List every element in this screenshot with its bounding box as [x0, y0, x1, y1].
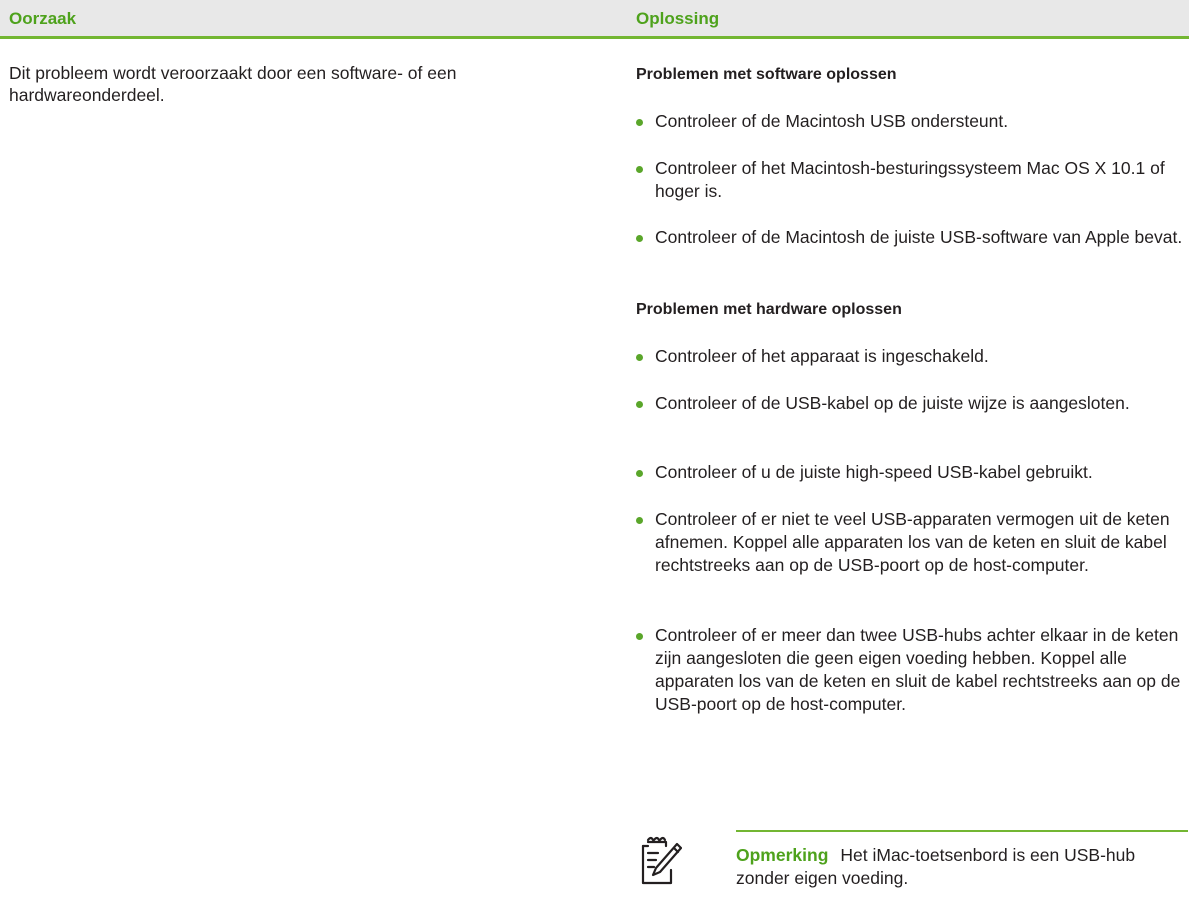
bullet-icon — [636, 354, 643, 361]
note-divider — [736, 830, 1188, 832]
list-item-text: Controleer of u de juiste high-speed USB… — [655, 462, 1093, 482]
list-item-text: Controleer of er meer dan twee USB-hubs … — [655, 625, 1181, 714]
bullet-icon — [636, 401, 643, 408]
note-box: Opmerking Het iMac-toetsenbord is een USB… — [636, 830, 1188, 892]
bullet-icon — [636, 470, 643, 477]
list-item-text: Controleer of het Macintosh-besturingssy… — [655, 158, 1165, 201]
bullet-icon — [636, 517, 643, 524]
table-header: Oorzaak Oplossing — [0, 0, 1189, 39]
note-label: Opmerking — [736, 845, 829, 865]
manual-page: Oorzaak Oplossing Dit probleem wordt ver… — [0, 0, 1189, 899]
bullet-icon — [636, 119, 643, 126]
bullet-icon — [636, 633, 643, 640]
cause-text: Dit probleem wordt veroorzaakt door een … — [9, 63, 457, 105]
bullet-icon — [636, 166, 643, 173]
list-item-text: Controleer of het apparaat is ingeschake… — [655, 346, 989, 366]
note-pencil-icon — [641, 836, 682, 885]
list-item-text: Controleer of er niet te veel USB-appara… — [655, 509, 1170, 575]
list-item-text: Controleer of de Macintosh de juiste USB… — [655, 227, 1183, 247]
solution-column-heading: Oplossing — [636, 9, 720, 28]
list-item-text: Controleer of de Macintosh USB ondersteu… — [655, 111, 1009, 131]
cause-column-heading: Oorzaak — [9, 9, 77, 28]
list-item-text: Controleer of de USB-kabel op de juiste … — [655, 393, 1130, 413]
software-heading: Problemen met software oplossen — [636, 66, 897, 83]
note-content: Opmerking Het iMac-toetsenbord is een USB… — [736, 844, 1188, 890]
hardware-heading: Problemen met hardware oplossen — [636, 301, 902, 318]
bullet-icon — [636, 235, 643, 242]
